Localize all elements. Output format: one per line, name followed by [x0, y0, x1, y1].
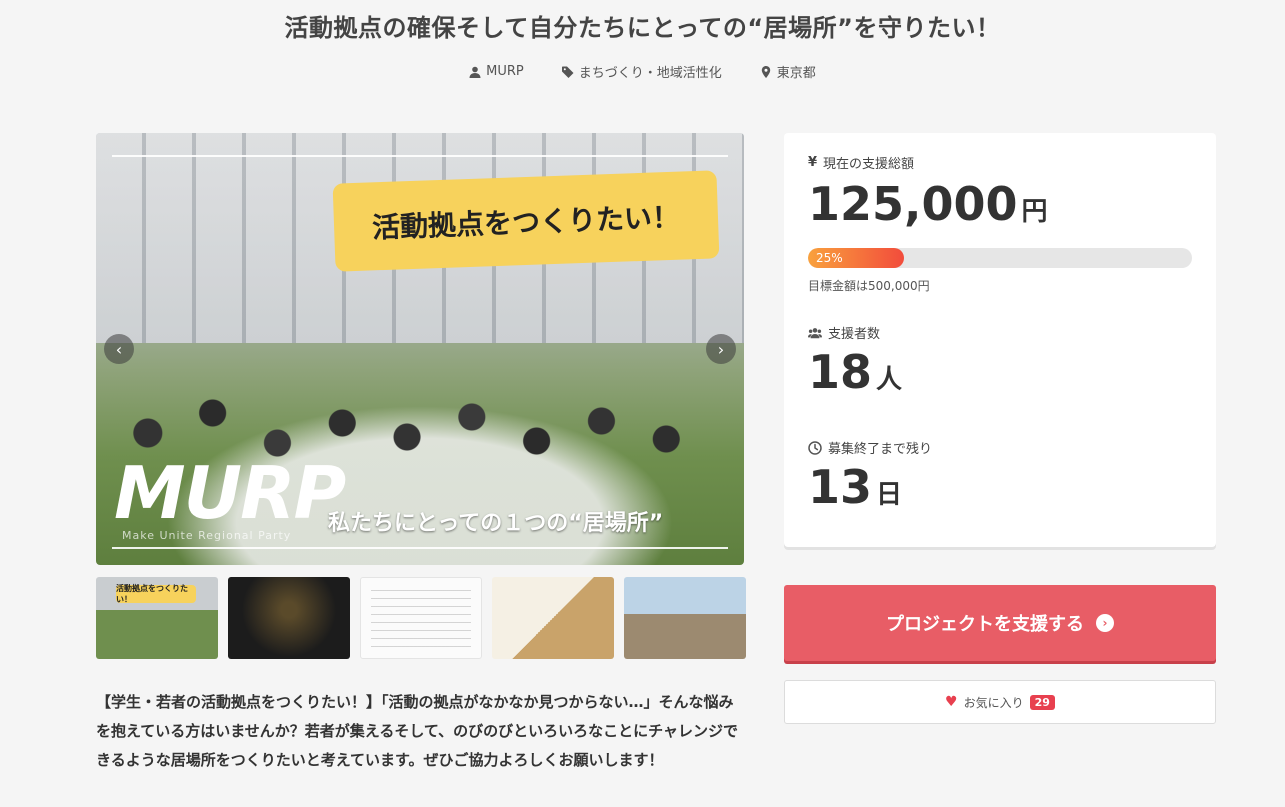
- supporters-label: 支援者数: [808, 323, 880, 342]
- funding-label: ¥ 現在の支援総額: [808, 153, 914, 172]
- thumbnail-3-text-lines: [371, 590, 471, 648]
- chevron-left-icon: ‹: [115, 339, 123, 359]
- project-meta: MURP まちづくり・地域活性化 東京都: [0, 62, 1285, 81]
- user-icon: [469, 66, 481, 78]
- prev-slide-button[interactable]: ‹: [104, 334, 134, 364]
- progress-fill: 25%: [808, 248, 904, 268]
- category-name: まちづくり・地域活性化: [578, 66, 722, 81]
- support-project-button[interactable]: プロジェクトを支援する ›: [784, 585, 1216, 661]
- map-pin-icon: [761, 65, 770, 78]
- chevron-right-icon: ›: [717, 339, 725, 359]
- remaining-days: 13 日: [808, 460, 902, 514]
- chevron-circle-right-icon: ›: [1096, 614, 1114, 632]
- hero-image[interactable]: 活動拠点をつくりたい！ MURP Make Unite Regional Par…: [96, 133, 744, 565]
- funding-stats-card: ¥ 現在の支援総額 125,000 円 25% 目標金額は500,000円 支援者…: [784, 133, 1216, 547]
- thumbnail-1[interactable]: 活動拠点をつくりたい！: [96, 577, 218, 659]
- thumbnail-2[interactable]: [228, 577, 350, 659]
- thumbnail-1-banner: 活動拠点をつくりたい！: [116, 584, 196, 604]
- remaining-label: 募集終了まで残り: [808, 438, 932, 457]
- yen-icon: ¥: [808, 155, 818, 170]
- progress-bar: 25%: [808, 248, 1192, 268]
- remaining-label-text: 募集終了まで残り: [828, 442, 933, 457]
- supporters-count: 18 人: [808, 345, 902, 399]
- project-summary: 【学生・若者の活動拠点をつくりたい！】「活動の拠点がなかなか見つからない…」そん…: [96, 693, 739, 769]
- thumbnail-5[interactable]: [624, 577, 746, 659]
- supporters-label-text: 支援者数: [828, 327, 881, 342]
- next-slide-button[interactable]: ›: [706, 334, 736, 364]
- favorite-count-badge: 29: [1029, 694, 1055, 710]
- funding-amount-unit: 円: [1021, 197, 1048, 227]
- page-title: 活動拠点の確保そして自分たちにとっての“居場所”を守りたい！: [284, 14, 1001, 42]
- thumbnail-3[interactable]: [360, 577, 482, 659]
- users-icon: [808, 327, 822, 338]
- category-link[interactable]: まちづくり・地域活性化: [561, 62, 722, 81]
- hero-tagline: 私たちにとっての１つの“居場所”: [328, 511, 664, 536]
- heart-icon: ♥: [945, 694, 958, 710]
- murp-logo-subtext: Make Unite Regional Party: [122, 529, 292, 542]
- supporters-count-unit: 人: [876, 365, 903, 395]
- bottom-rule: [112, 547, 728, 549]
- supporters-count-number: 18: [808, 345, 873, 399]
- murp-logo: MURP: [114, 451, 346, 535]
- thumbnail-4[interactable]: [492, 577, 614, 659]
- support-button-label: プロジェクトを支援する: [886, 614, 1084, 635]
- funding-amount-number: 125,000: [808, 177, 1018, 231]
- remaining-days-number: 13: [808, 460, 873, 514]
- remaining-days-unit: 日: [876, 480, 903, 510]
- funding-amount: 125,000 円: [808, 177, 1048, 231]
- funding-label-text: 現在の支援総額: [823, 157, 915, 172]
- owner-link[interactable]: MURP: [469, 62, 524, 81]
- clock-icon: [808, 440, 822, 455]
- tag-icon: [561, 66, 574, 78]
- thumbnail-strip: 活動拠点をつくりたい！: [96, 577, 746, 659]
- location-link[interactable]: 東京都: [760, 62, 816, 81]
- goal-amount: 目標金額は500,000円: [808, 279, 930, 293]
- favorite-label: お気に入り: [963, 695, 1024, 710]
- top-rule: [112, 155, 728, 157]
- hero-banner: 活動拠点をつくりたい！: [332, 170, 720, 272]
- owner-name: MURP: [486, 64, 524, 79]
- location-name: 東京都: [776, 66, 816, 81]
- favorite-button[interactable]: ♥ お気に入り 29: [784, 680, 1216, 724]
